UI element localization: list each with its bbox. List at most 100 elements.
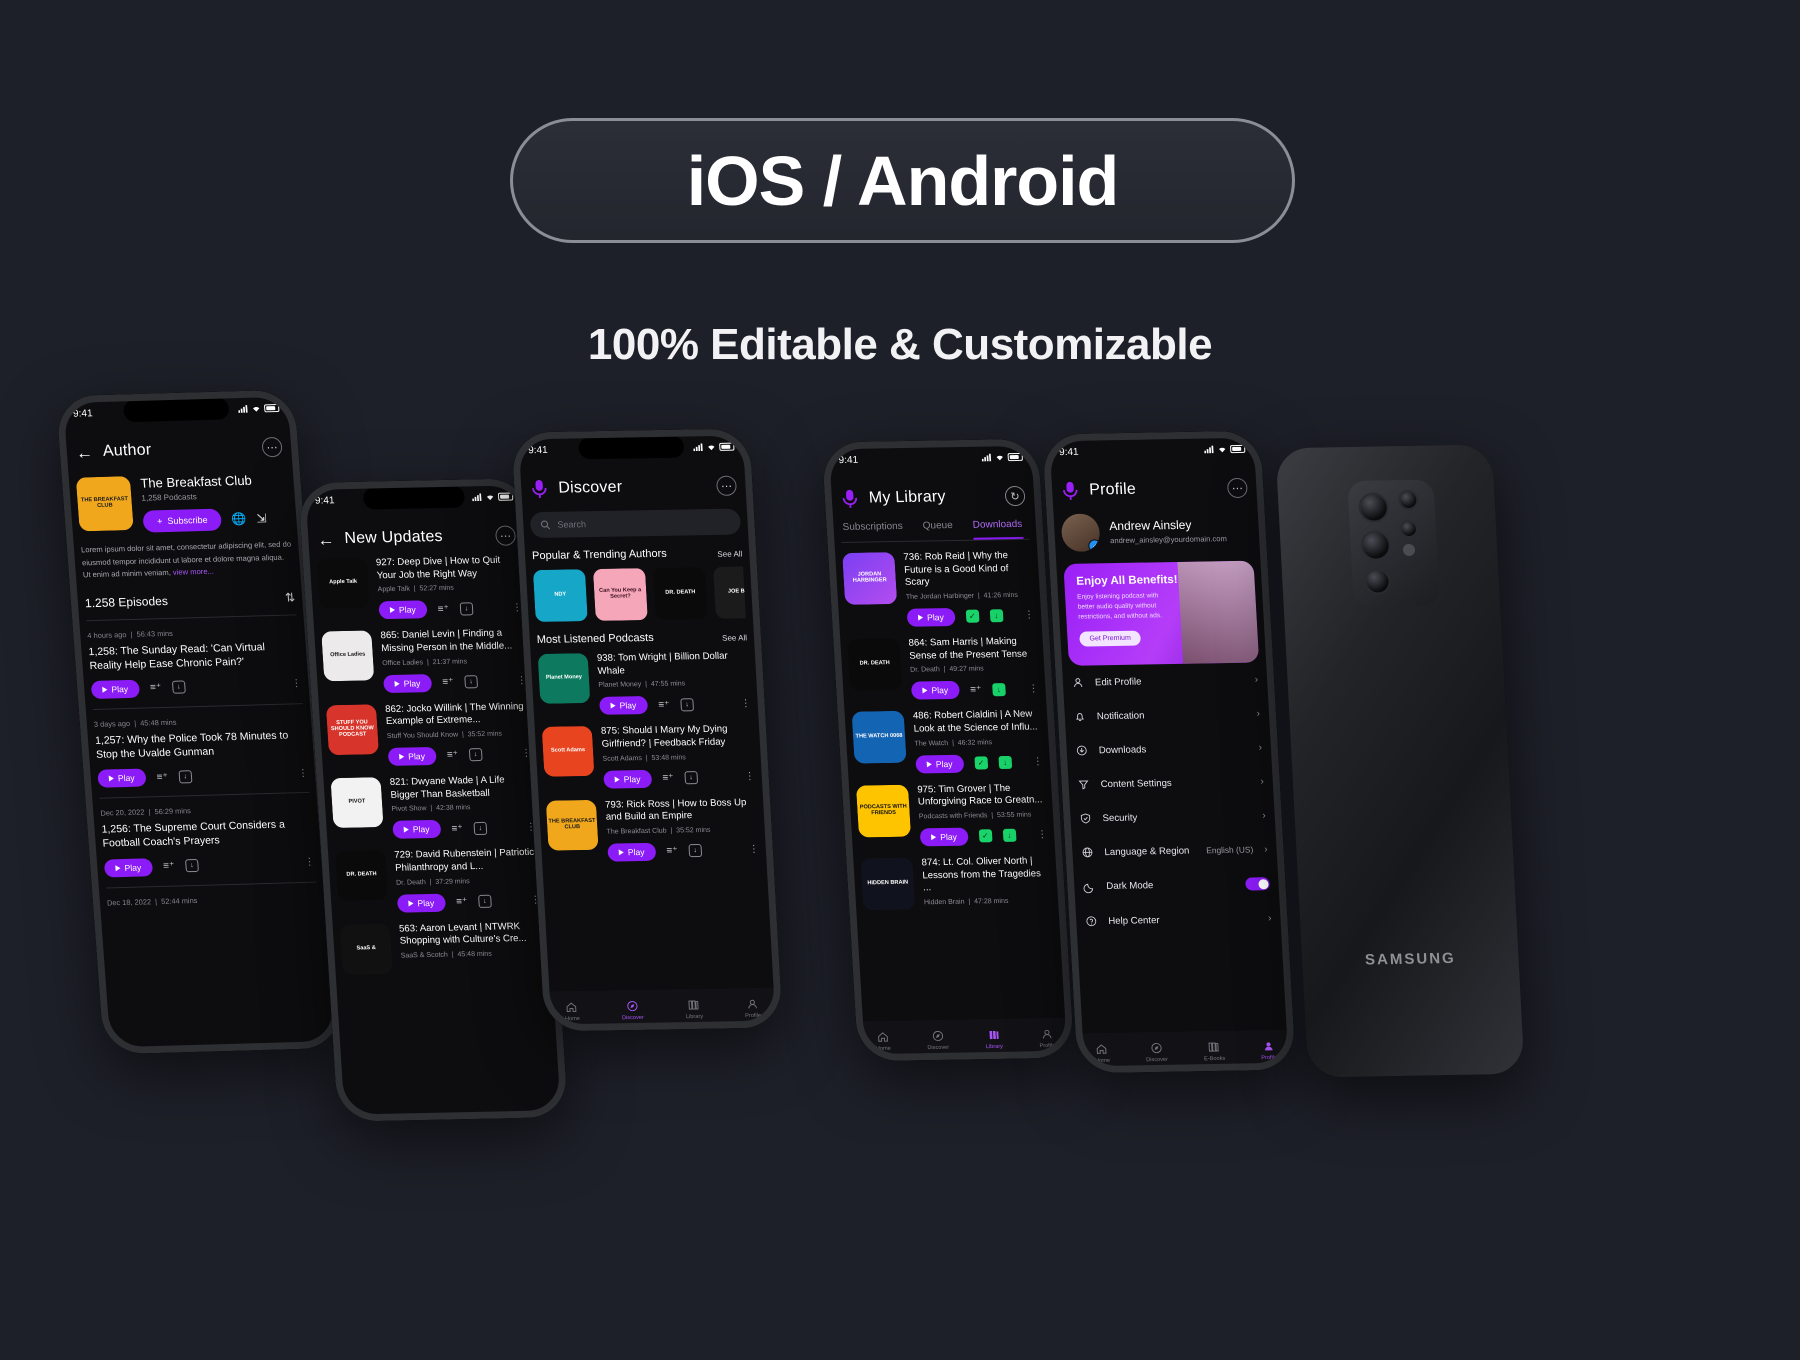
author-card[interactable]: JOE BUD	[713, 566, 746, 619]
downloaded-icon[interactable]: ↓	[989, 609, 1004, 623]
list-item[interactable]: THE WATCH 0068 486: Robert Cialdini | A …	[851, 709, 1044, 774]
episode-row[interactable]: 3 days ago | 45:48 mins 1,257: Why the P…	[94, 714, 309, 788]
add-to-queue-icon[interactable]: ≡⁺	[150, 682, 162, 693]
nav-item-discover[interactable]: Discover	[926, 1029, 949, 1051]
nav-item-profile[interactable]: Profile	[1260, 1039, 1277, 1061]
play-button[interactable]: Play	[910, 681, 960, 700]
trending-authors-carousel[interactable]: NDY Can You Keep a Secret? DR. DEATH JOE…	[532, 566, 746, 623]
history-icon[interactable]: ↻	[1004, 485, 1026, 507]
add-to-queue-icon[interactable]: ≡⁺	[666, 846, 678, 857]
add-to-queue-icon[interactable]: ≡⁺	[658, 699, 670, 710]
download-icon[interactable]: ↓	[464, 675, 478, 689]
settings-item-content-settings[interactable]: Content Settings ›	[1075, 764, 1267, 801]
get-premium-button[interactable]: Get Premium	[1079, 630, 1142, 647]
subscribe-button[interactable]: + Subscribe	[142, 508, 223, 533]
nav-item-library[interactable]: Library	[685, 998, 703, 1020]
kebab-menu-icon[interactable]: ⋮	[298, 768, 309, 779]
add-to-queue-icon[interactable]: ≡⁺	[163, 861, 175, 872]
see-all-link[interactable]: See All	[717, 549, 742, 558]
more-horizontal-icon[interactable]: ⋯	[715, 475, 738, 496]
nav-item-profile[interactable]: Profile	[1038, 1027, 1056, 1049]
play-button[interactable]: Play	[383, 673, 432, 693]
list-item[interactable]: PODCASTS WITH FRIENDS 975: Tim Grover | …	[855, 782, 1048, 847]
play-button[interactable]: Play	[603, 769, 652, 789]
nav-item-home[interactable]: Home	[564, 1001, 580, 1022]
settings-item-dark-mode[interactable]: Dark Mode	[1080, 866, 1272, 904]
list-item[interactable]: Planet Money 938: Tom Wright | Billion D…	[537, 650, 752, 716]
list-item[interactable]: DR. DEATH 729: David Rubenstein | Patrio…	[335, 847, 541, 913]
episode-row[interactable]: 4 hours ago | 56:43 mins 1,258: The Sund…	[87, 625, 302, 699]
kebab-menu-icon[interactable]: ⋮	[1033, 756, 1044, 767]
kebab-menu-icon[interactable]: ⋮	[1024, 610, 1035, 621]
add-to-queue-icon[interactable]: ≡⁺	[442, 677, 454, 688]
check-icon[interactable]: ✓	[965, 610, 980, 624]
download-icon[interactable]: ↓	[459, 602, 474, 616]
downloaded-icon[interactable]: ↓	[991, 682, 1006, 697]
list-item[interactable]: PIVOT 821: Dwyane Wade | A Life Bigger T…	[330, 774, 536, 840]
kebab-menu-icon[interactable]: ⋮	[744, 771, 755, 782]
list-item[interactable]: Office Ladies 865: Daniel Levin | Findin…	[321, 628, 527, 694]
nav-item-ebooks[interactable]: E-Books	[1203, 1040, 1225, 1062]
settings-item-help-center[interactable]: Help Center ›	[1082, 901, 1274, 938]
download-icon[interactable]: ↓	[171, 680, 186, 695]
list-item[interactable]: SaaS & 563: Aaron Levant | NTWRK Shoppin…	[339, 920, 545, 975]
kebab-menu-icon[interactable]: ⋮	[291, 679, 302, 690]
nav-item-profile[interactable]: Profile	[744, 997, 761, 1019]
play-button[interactable]: Play	[378, 600, 428, 620]
premium-promo-banner[interactable]: Enjoy All Benefits! Enjoy listening podc…	[1063, 560, 1260, 666]
tab-downloads[interactable]: Downloads	[972, 518, 1024, 540]
tab-queue[interactable]: Queue	[922, 520, 953, 540]
play-button[interactable]: Play	[97, 768, 147, 788]
author-card[interactable]: Can You Keep a Secret?	[592, 568, 648, 621]
play-button[interactable]: Play	[396, 893, 446, 913]
download-icon[interactable]: ↓	[184, 859, 199, 873]
list-item[interactable]: HIDDEN BRAIN 874: Lt. Col. Oliver North …	[860, 855, 1051, 911]
downloaded-icon[interactable]: ↓	[998, 755, 1012, 770]
kebab-menu-icon[interactable]: ⋮	[1037, 830, 1048, 841]
download-icon[interactable]: ↓	[473, 821, 488, 835]
nav-item-home[interactable]: Home	[875, 1030, 891, 1052]
add-to-queue-icon[interactable]: ≡⁺	[156, 772, 168, 783]
author-card[interactable]: DR. DEATH	[652, 567, 708, 620]
add-to-queue-icon[interactable]: ≡⁺	[662, 773, 674, 784]
add-to-queue-icon[interactable]: ≡⁺	[447, 750, 459, 761]
download-icon[interactable]: ↓	[178, 769, 193, 784]
settings-item-security[interactable]: Security ›	[1077, 798, 1269, 835]
download-icon[interactable]: ↓	[688, 844, 703, 858]
kebab-menu-icon[interactable]: ⋮	[1028, 683, 1039, 694]
see-all-link[interactable]: See All	[722, 633, 747, 642]
download-icon[interactable]: ↓	[477, 894, 492, 909]
play-button[interactable]: Play	[392, 820, 442, 840]
check-icon[interactable]: ✓	[978, 829, 993, 843]
play-button[interactable]: Play	[915, 754, 965, 774]
kebab-menu-icon[interactable]: ⋮	[740, 698, 751, 709]
play-button[interactable]: Play	[919, 827, 969, 847]
globe-icon[interactable]: 🌐	[231, 512, 247, 526]
nav-item-discover[interactable]: Discover	[1145, 1041, 1168, 1063]
episode-row[interactable]: Dec 20, 2022 | 56:29 mins 1,256: The Sup…	[100, 803, 315, 878]
play-button[interactable]: Play	[103, 857, 153, 878]
kebab-menu-icon[interactable]: ⋮	[749, 844, 760, 855]
list-item[interactable]: DR. DEATH 864: Sam Harris | Making Sense…	[847, 636, 1039, 701]
list-item[interactable]: Apple Talk 927: Deep Dive | How to Quit …	[316, 554, 523, 620]
nav-item-discover[interactable]: Discover	[621, 999, 644, 1021]
play-button[interactable]: Play	[599, 696, 648, 716]
play-button[interactable]: Play	[90, 679, 140, 699]
list-item[interactable]: Scott Adams 875: Should I Marry My Dying…	[541, 723, 756, 789]
share-icon[interactable]: ⇲	[256, 511, 267, 525]
author-card[interactable]: NDY	[532, 569, 588, 623]
downloaded-icon[interactable]: ↓	[1002, 829, 1017, 843]
play-button[interactable]: Play	[387, 746, 437, 766]
download-icon[interactable]: ↓	[684, 771, 698, 785]
back-arrow-icon[interactable]: ←	[75, 443, 93, 462]
more-horizontal-icon[interactable]: ⋯	[494, 525, 517, 546]
nav-item-library[interactable]: Library	[985, 1028, 1003, 1050]
settings-item-edit-profile[interactable]: Edit Profile ›	[1069, 662, 1261, 699]
play-button[interactable]: Play	[906, 607, 956, 627]
check-icon[interactable]: ✓	[974, 756, 988, 770]
avatar[interactable]: ✓	[1060, 513, 1101, 552]
view-more-link[interactable]: view more...	[173, 567, 215, 577]
dark-mode-toggle[interactable]	[1245, 877, 1270, 891]
download-icon[interactable]: ↓	[468, 748, 483, 762]
sort-icon[interactable]: ⇅	[285, 590, 296, 604]
